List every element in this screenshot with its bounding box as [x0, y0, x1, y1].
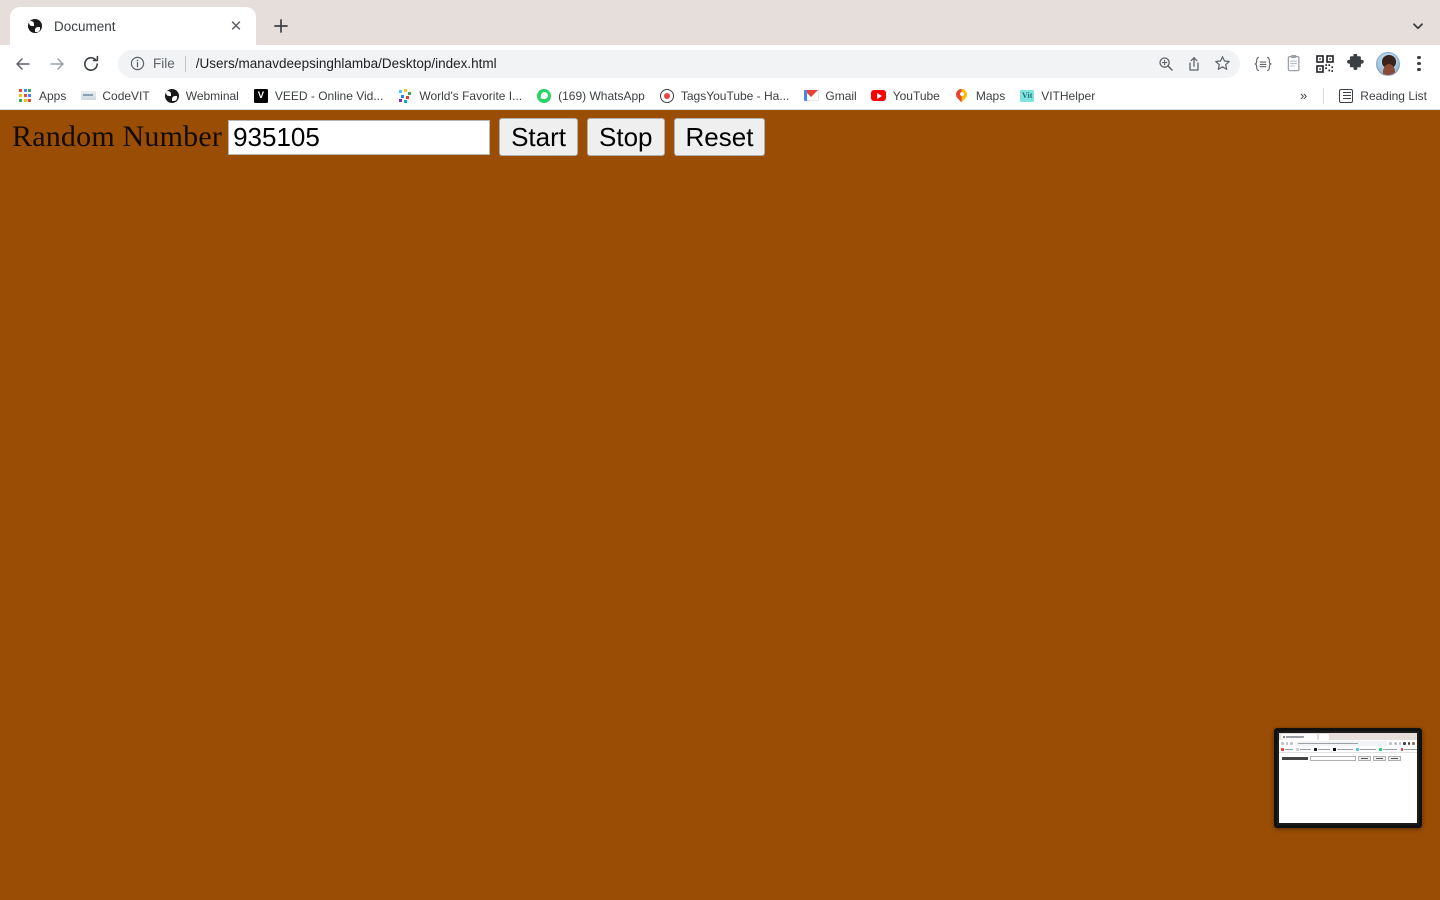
- tags-record-icon: [659, 88, 675, 104]
- veed-icon: V: [253, 88, 269, 104]
- url-scheme-label: File: [153, 56, 175, 71]
- preview-toolbar: [1279, 740, 1417, 747]
- preview-content: [1279, 733, 1417, 823]
- bookmarks-overflow-button[interactable]: »: [1291, 85, 1316, 107]
- start-button[interactable]: Start: [499, 118, 578, 156]
- browser-toolbar: File /Users/manavdeepsinghlamba/Desktop/…: [0, 45, 1440, 82]
- bookmarks-divider: [1323, 87, 1325, 104]
- bookmark-tagsyoutube[interactable]: TagsYouTube - Ha...: [652, 85, 797, 107]
- stop-button[interactable]: Stop: [587, 118, 665, 156]
- zoom-in-icon[interactable]: [1152, 50, 1180, 78]
- chevron-down-icon[interactable]: [1404, 12, 1432, 40]
- bookmark-label: World's Favorite I...: [419, 88, 523, 103]
- close-icon[interactable]: ✕: [226, 16, 246, 36]
- bookmarks-bar-right: » Reading List: [1291, 85, 1434, 107]
- bookmark-label: (169) WhatsApp: [558, 88, 645, 103]
- youtube-icon: [871, 88, 887, 104]
- reload-button[interactable]: [76, 49, 106, 79]
- bookmark-codevit[interactable]: CodeVIT: [73, 85, 156, 107]
- info-circle-icon[interactable]: [128, 54, 147, 73]
- omnibox-divider: [184, 55, 186, 72]
- bookmark-label: CodeVIT: [102, 88, 150, 103]
- random-number-input[interactable]: [228, 119, 491, 155]
- omnibox-actions: [1152, 50, 1236, 78]
- world-favorite-icon: [397, 88, 413, 104]
- google-maps-pin-icon: [954, 88, 970, 104]
- codevit-icon: [80, 88, 96, 104]
- bookmark-label: VEED - Online Vid...: [274, 88, 384, 103]
- bookmark-worlds-favorite[interactable]: World's Favorite I...: [390, 85, 529, 107]
- globe-icon: [26, 18, 43, 35]
- address-bar[interactable]: File /Users/manavdeepsinghlamba/Desktop/…: [118, 49, 1240, 78]
- url-text: /Users/manavdeepsinghlamba/Desktop/index…: [195, 56, 497, 71]
- preview-stop-button: [1373, 756, 1386, 761]
- bookmark-label: Gmail: [825, 88, 857, 103]
- bookmark-label: Apps: [39, 88, 67, 103]
- whatsapp-icon: [536, 88, 552, 104]
- qr-code-icon[interactable]: [1310, 49, 1339, 78]
- reset-button[interactable]: Reset: [673, 118, 766, 156]
- preview-address-bar: [1294, 741, 1388, 746]
- bookmark-whatsapp[interactable]: (169) WhatsApp: [529, 85, 652, 107]
- bookmark-gmail[interactable]: Gmail: [796, 85, 863, 107]
- globe-icon: [164, 88, 180, 104]
- page-content: Random Number Start Stop Reset: [0, 110, 1440, 900]
- preview-reset-button: [1388, 756, 1401, 761]
- bookmark-veed[interactable]: V VEED - Online Vid...: [246, 85, 391, 107]
- preview-tab-strip: [1279, 733, 1417, 740]
- page-title: Random Number: [12, 120, 223, 153]
- back-button[interactable]: [8, 49, 38, 79]
- bookmarks-bar: Apps CodeVIT Webminal V VEED - Online Vi…: [0, 82, 1440, 110]
- profile-avatar[interactable]: [1376, 51, 1400, 76]
- bookmark-vithelper[interactable]: Vit VITHelper: [1012, 85, 1102, 107]
- bookmark-label: VITHelper: [1041, 88, 1096, 103]
- clipboard-icon[interactable]: [1279, 49, 1308, 78]
- preview-page-title: [1282, 757, 1308, 760]
- new-tab-button[interactable]: [266, 11, 296, 41]
- forward-button[interactable]: [42, 49, 72, 79]
- gmail-icon: [803, 88, 819, 104]
- tab-title: Document: [54, 18, 116, 34]
- bookmark-label: YouTube: [892, 88, 940, 103]
- preview-random-number-row: [1282, 756, 1417, 761]
- bookmark-youtube[interactable]: YouTube: [864, 85, 947, 107]
- share-icon[interactable]: [1180, 50, 1208, 78]
- bookmark-label: Webminal: [185, 88, 239, 103]
- apps-grid-icon: [17, 88, 33, 104]
- extensions-puzzle-icon[interactable]: [1341, 49, 1370, 78]
- bookmark-webminal[interactable]: Webminal: [157, 85, 246, 107]
- chrome-menu-icon[interactable]: [1406, 49, 1432, 78]
- preview-page-body: [1279, 753, 1417, 823]
- random-number-row: Random Number Start Stop Reset: [0, 110, 1440, 156]
- bookmark-label: Maps: [975, 88, 1006, 103]
- screen-share-preview-thumbnail[interactable]: [1274, 728, 1422, 828]
- browser-window: Document ✕ File /Users/manavdeepsinghlam…: [0, 0, 1440, 900]
- reading-list-icon: [1338, 88, 1354, 104]
- bookmark-label: TagsYouTube - Ha...: [680, 88, 790, 103]
- vithelper-icon: Vit: [1020, 89, 1035, 102]
- bookmark-maps[interactable]: Maps: [947, 85, 1012, 107]
- tab-strip: Document ✕: [0, 0, 1440, 45]
- reading-list-label: Reading List: [1360, 88, 1427, 103]
- tab-document[interactable]: Document ✕: [10, 7, 256, 45]
- reading-list-button[interactable]: Reading List: [1331, 85, 1434, 107]
- preview-start-button: [1358, 756, 1371, 761]
- script-braces-icon[interactable]: [1248, 49, 1277, 78]
- bookmark-apps[interactable]: Apps: [10, 85, 73, 107]
- star-icon[interactable]: [1208, 50, 1236, 78]
- preview-random-number-input: [1310, 756, 1356, 761]
- tab-strip-right-controls: [1404, 12, 1432, 40]
